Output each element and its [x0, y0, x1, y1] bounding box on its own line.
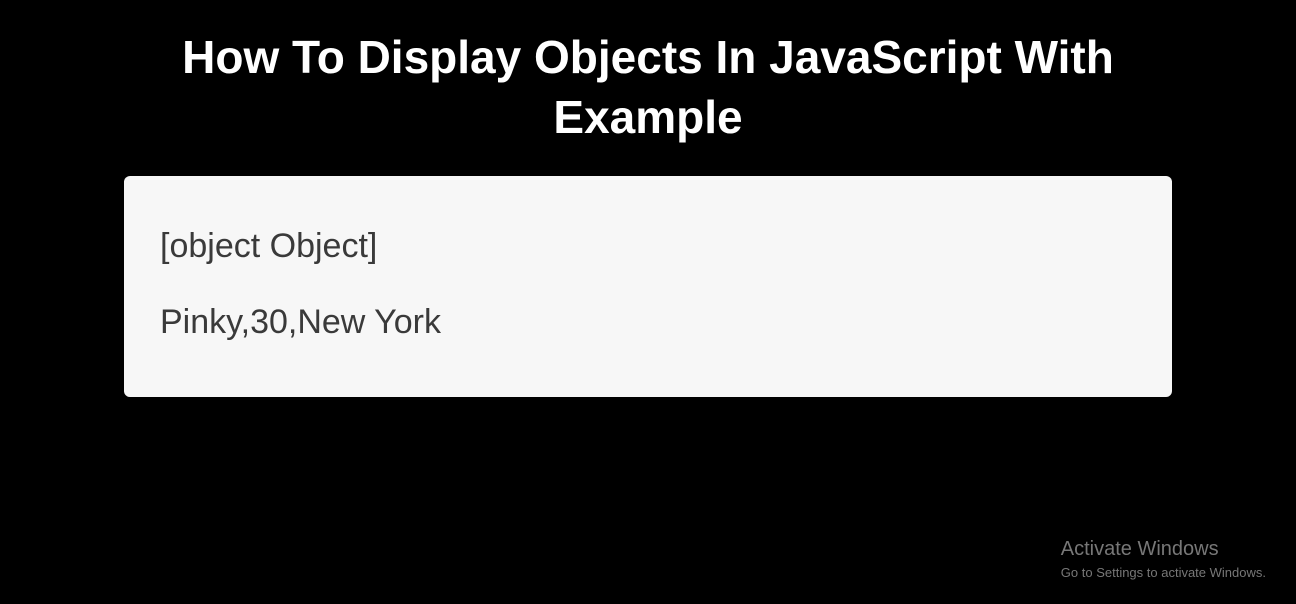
page-title: How To Display Objects In JavaScript Wit…: [128, 28, 1168, 148]
output-box: [object Object] Pinky,30,New York: [124, 176, 1172, 398]
watermark-subtitle: Go to Settings to activate Windows.: [1061, 565, 1266, 580]
output-line-2: Pinky,30,New York: [160, 302, 1136, 343]
watermark-title: Activate Windows: [1061, 538, 1266, 561]
page-container: How To Display Objects In JavaScript Wit…: [0, 0, 1296, 397]
output-line-1: [object Object]: [160, 226, 1136, 267]
windows-activation-watermark: Activate Windows Go to Settings to activ…: [1061, 538, 1266, 580]
